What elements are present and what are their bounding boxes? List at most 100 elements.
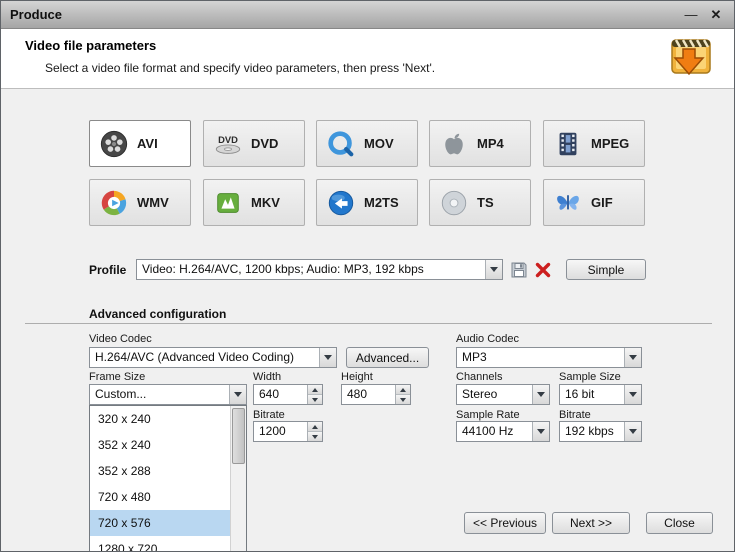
bitrate-decrement-button[interactable] [308, 431, 322, 441]
format-button-wmv[interactable]: WMV [89, 179, 191, 226]
floppy-disk-icon [511, 262, 526, 277]
clapperboard-arrow-icon [671, 39, 711, 76]
frame-size-option[interactable]: 352 x 288 [90, 458, 230, 484]
sample-rate-combobox[interactable]: 44100 Hz [456, 421, 550, 442]
red-x-icon [535, 262, 550, 277]
frame-size-dropdown-list: 320 x 240 352 x 240 352 x 288 720 x 480 … [89, 405, 247, 551]
format-button-mp4[interactable]: MP4 [429, 120, 531, 167]
video-bitrate-stepper[interactable]: 1200 [253, 421, 323, 442]
format-button-avi[interactable]: AVI [89, 120, 191, 167]
frame-size-value: Custom... [95, 387, 147, 401]
next-button[interactable]: Next >> [552, 512, 630, 534]
wmv-player-icon [101, 190, 127, 215]
close-dialog-button[interactable]: Close [646, 512, 713, 534]
channels-value: Stereo [462, 387, 498, 401]
chevron-down-icon [537, 429, 545, 434]
format-button-ts[interactable]: TS [429, 179, 531, 226]
chevron-down-icon [537, 392, 545, 397]
frame-size-option[interactable]: 352 x 240 [90, 432, 230, 458]
simple-button[interactable]: Simple [566, 259, 646, 280]
format-button-mov[interactable]: MOV [316, 120, 418, 167]
sample-size-combobox[interactable]: 16 bit [559, 384, 642, 405]
svg-text:DVD: DVD [218, 135, 238, 145]
dvd-disc-icon: DVD [215, 135, 241, 154]
minimize-button[interactable]: — [680, 5, 702, 25]
chevron-down-icon [324, 355, 332, 360]
chevron-down-icon [400, 397, 406, 402]
audio-codec-dropdown-button[interactable] [624, 348, 641, 367]
sample-rate-value: 44100 Hz [462, 424, 514, 438]
chevron-down-icon [629, 355, 637, 360]
advanced-codec-button[interactable]: Advanced... [346, 347, 429, 368]
mp4-apple-icon [445, 133, 463, 154]
page-title: Video file parameters [25, 38, 157, 53]
delete-profile-button[interactable] [532, 259, 553, 280]
channels-combobox[interactable]: Stereo [456, 384, 550, 405]
frame-size-option[interactable]: 320 x 240 [90, 406, 230, 432]
sample-size-dropdown-button[interactable] [624, 385, 641, 404]
video-codec-combobox[interactable]: H.264/AVC (Advanced Video Coding) [89, 347, 337, 368]
advanced-configuration-heading: Advanced configuration [89, 307, 227, 321]
format-button-mkv[interactable]: MKV [203, 179, 305, 226]
format-label: GIF [591, 195, 613, 210]
frame-size-label: Frame Size [89, 371, 146, 383]
format-label: M2TS [364, 195, 399, 210]
gif-butterfly-icon [557, 194, 579, 210]
format-button-gif[interactable]: GIF [543, 179, 645, 226]
ts-disc-icon [441, 190, 467, 215]
height-increment-button[interactable] [396, 385, 410, 394]
sample-rate-label: Sample Rate [456, 409, 520, 421]
frame-size-combobox[interactable]: Custom... [89, 384, 247, 405]
frame-size-option[interactable]: 1280 x 720 [90, 536, 230, 551]
previous-button[interactable]: << Previous [464, 512, 546, 534]
audio-codec-value: MP3 [462, 350, 487, 364]
width-increment-button[interactable] [308, 385, 322, 394]
height-stepper[interactable]: 480 [341, 384, 411, 405]
chevron-down-icon [629, 429, 637, 434]
chevron-up-icon [400, 387, 406, 392]
chevron-down-icon [234, 392, 242, 397]
format-label: MP4 [477, 136, 504, 151]
video-codec-dropdown-button[interactable] [319, 348, 336, 367]
save-profile-button[interactable] [508, 259, 529, 280]
channels-label: Channels [456, 371, 503, 383]
chevron-down-icon [312, 434, 318, 439]
audio-bitrate-combobox[interactable]: 192 kbps [559, 421, 642, 442]
video-bitrate-label: Bitrate [253, 409, 285, 421]
page-subtitle: Select a video file format and specify v… [45, 61, 436, 75]
format-label: DVD [251, 136, 279, 151]
dropdown-scrollbar[interactable] [230, 406, 246, 551]
frame-size-dropdown-button[interactable] [229, 385, 246, 404]
profile-combobox-dropdown-button[interactable] [485, 260, 502, 279]
height-decrement-button[interactable] [396, 394, 410, 404]
width-label: Width [253, 371, 282, 383]
format-label: WMV [137, 195, 169, 210]
avi-film-reel-icon [100, 130, 128, 157]
format-button-mpeg[interactable]: MPEG [543, 120, 645, 167]
width-stepper[interactable]: 640 [253, 384, 323, 405]
dropdown-options: 320 x 240 352 x 240 352 x 288 720 x 480 … [90, 406, 230, 551]
width-value: 640 [259, 387, 280, 401]
sample-size-value: 16 bit [565, 387, 595, 401]
sample-rate-dropdown-button[interactable] [532, 422, 549, 441]
close-button[interactable]: ✕ [705, 5, 727, 25]
mov-quicktime-icon [328, 130, 354, 156]
m2ts-disc-icon [328, 190, 354, 215]
video-codec-label: Video Codec [89, 333, 152, 345]
audio-codec-combobox[interactable]: MP3 [456, 347, 642, 368]
format-button-m2ts[interactable]: M2TS [316, 179, 418, 226]
frame-size-option[interactable]: 720 x 480 [90, 484, 230, 510]
channels-dropdown-button[interactable] [532, 385, 549, 404]
profile-combobox[interactable]: Video: H.264/AVC, 1200 kbps; Audio: MP3,… [136, 259, 503, 280]
bitrate-increment-button[interactable] [308, 422, 322, 431]
width-decrement-button[interactable] [308, 394, 322, 404]
chevron-down-icon [629, 392, 637, 397]
audio-bitrate-value: 192 kbps [565, 424, 614, 438]
audio-bitrate-dropdown-button[interactable] [624, 422, 641, 441]
frame-size-option-highlighted[interactable]: 720 x 576 [90, 510, 230, 536]
dropdown-scrollbar-thumb[interactable] [232, 408, 245, 464]
format-label: AVI [137, 136, 158, 151]
format-button-dvd[interactable]: DVD DVD [203, 120, 305, 167]
mpeg-filmstrip-icon [559, 132, 577, 155]
window-title: Produce [10, 7, 63, 22]
